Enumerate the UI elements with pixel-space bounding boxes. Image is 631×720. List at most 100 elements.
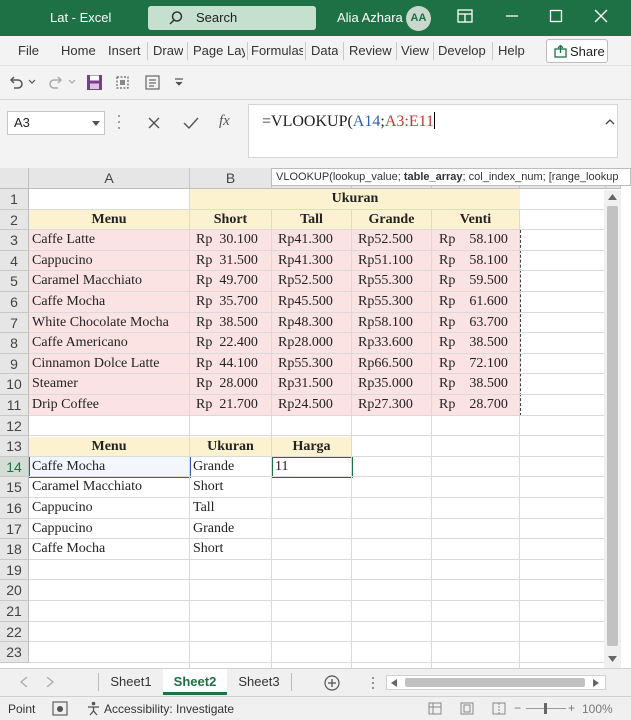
tab-sheet2[interactable]: Sheet2 bbox=[163, 669, 227, 695]
avatar[interactable]: AA bbox=[406, 6, 431, 31]
row-header-3[interactable]: 3 bbox=[0, 230, 29, 251]
price-cell-venti[interactable]: Rp 58.100 bbox=[432, 230, 520, 251]
lookup-size-cell[interactable]: Short bbox=[190, 477, 272, 498]
row-header-22[interactable]: 22 bbox=[0, 621, 29, 643]
price-cell-grande[interactable]: Rp33.600 bbox=[352, 333, 432, 354]
row-header-7[interactable]: 7 bbox=[0, 312, 29, 334]
price-cell-short[interactable]: Rp 31.500 bbox=[190, 250, 272, 272]
row-header-21[interactable]: 21 bbox=[0, 601, 29, 622]
price-cell-menu[interactable]: Steamer bbox=[29, 374, 190, 395]
macro-record-icon[interactable] bbox=[52, 701, 68, 716]
tab-sheet3[interactable]: Sheet3 bbox=[228, 669, 290, 695]
lookup-menu-cell[interactable]: Cappucino bbox=[29, 518, 190, 540]
price-cell-venti[interactable]: Rp 59.500 bbox=[432, 271, 520, 292]
table-header-tall[interactable]: Tall bbox=[272, 209, 352, 231]
price-cell-grande[interactable]: Rp58.100 bbox=[352, 312, 432, 334]
lookup-menu-cell[interactable]: Caramel Macchiato bbox=[29, 477, 190, 498]
scroll-down-icon[interactable] bbox=[608, 656, 617, 662]
tab-file[interactable]: File bbox=[18, 43, 39, 58]
price-cell-venti[interactable]: Rp 72.100 bbox=[432, 353, 520, 375]
scroll-thumb[interactable] bbox=[607, 206, 618, 646]
table-header-short[interactable]: Short bbox=[190, 209, 272, 231]
user-name[interactable]: Alia Azhara bbox=[337, 10, 403, 25]
price-cell-menu[interactable]: Caffe Americano bbox=[29, 333, 190, 354]
share-button[interactable]: Share bbox=[546, 39, 608, 63]
page-layout-view-icon[interactable] bbox=[460, 702, 474, 715]
table-header-menu[interactable]: Menu bbox=[29, 209, 190, 231]
price-cell-grande[interactable]: Rp55.300 bbox=[352, 271, 432, 292]
lookup-menu-cell[interactable]: Caffe Mocha bbox=[29, 539, 190, 560]
row-header-15[interactable]: 15 bbox=[0, 477, 29, 498]
redo-dropdown-icon[interactable] bbox=[68, 78, 76, 86]
price-cell-short[interactable]: Rp 21.700 bbox=[190, 395, 272, 416]
chevron-down-icon[interactable] bbox=[92, 121, 100, 127]
row-header-18[interactable]: 18 bbox=[0, 539, 29, 560]
row-header-19[interactable]: 19 bbox=[0, 559, 29, 581]
vertical-scrollbar[interactable] bbox=[604, 190, 621, 668]
close-icon[interactable] bbox=[592, 9, 610, 27]
row-header-8[interactable]: 8 bbox=[0, 333, 29, 354]
ukuran-group-header[interactable]: Ukuran bbox=[190, 189, 520, 210]
price-cell-short[interactable]: Rp 38.500 bbox=[190, 312, 272, 334]
price-cell-menu[interactable]: Caramel Macchiato bbox=[29, 271, 190, 292]
expand-formula-icon[interactable] bbox=[605, 118, 615, 126]
price-cell-menu[interactable]: Cappucino bbox=[29, 250, 190, 272]
price-cell-short[interactable]: Rp 30.100 bbox=[190, 230, 272, 251]
price-cell-tall[interactable]: Rp48.300 bbox=[272, 312, 352, 334]
name-box[interactable]: A3 bbox=[7, 111, 105, 135]
price-cell-grande[interactable]: Rp52.500 bbox=[352, 230, 432, 251]
accessibility-icon[interactable] bbox=[86, 701, 101, 716]
lookup-price-cell[interactable] bbox=[272, 518, 352, 540]
table-header-grande[interactable]: Grande bbox=[352, 209, 432, 231]
row-header-6[interactable]: 6 bbox=[0, 292, 29, 313]
tab-home[interactable]: Home bbox=[61, 43, 96, 58]
price-cell-tall[interactable]: Rp28.000 bbox=[272, 333, 352, 354]
zoom-slider-thumb[interactable] bbox=[544, 703, 547, 714]
hscroll-right-icon[interactable] bbox=[593, 679, 599, 687]
tab-prev-icon[interactable] bbox=[20, 677, 28, 687]
price-cell-menu[interactable]: Caffe Latte bbox=[29, 230, 190, 251]
undo-icon[interactable] bbox=[8, 75, 24, 91]
price-cell-venti[interactable]: Rp 58.100 bbox=[432, 250, 520, 272]
price-cell-grande[interactable]: Rp55.300 bbox=[352, 292, 432, 313]
price-cell-tall[interactable]: Rp41.300 bbox=[272, 250, 352, 272]
normal-view-icon[interactable] bbox=[428, 702, 442, 715]
row-header-11[interactable]: 11 bbox=[0, 395, 29, 416]
tab-next-icon[interactable] bbox=[46, 677, 54, 687]
accessibility-status[interactable]: Accessibility: Investigate bbox=[104, 702, 234, 716]
select-all-corner[interactable] bbox=[0, 168, 29, 189]
row-header-17[interactable]: 17 bbox=[0, 518, 29, 540]
maximize-icon[interactable] bbox=[547, 9, 565, 27]
row-header-4[interactable]: 4 bbox=[0, 250, 29, 272]
price-cell-tall[interactable]: Rp55.300 bbox=[272, 353, 352, 375]
enter-check-icon[interactable] bbox=[183, 116, 199, 130]
hscroll-thumb[interactable] bbox=[405, 678, 585, 687]
price-cell-venti[interactable]: Rp 61.600 bbox=[432, 292, 520, 313]
price-cell-menu[interactable]: White Chocolate Mocha bbox=[29, 312, 190, 334]
row-header-9[interactable]: 9 bbox=[0, 353, 29, 375]
lookup-header-harga[interactable]: Harga bbox=[272, 436, 352, 458]
row-header-20[interactable]: 20 bbox=[0, 580, 29, 601]
minimize-icon[interactable] bbox=[503, 9, 521, 27]
lookup-size-cell[interactable]: Tall bbox=[190, 498, 272, 519]
tab-formulas[interactable]: Formulas bbox=[251, 43, 303, 58]
row-header-1[interactable]: 1 bbox=[0, 189, 29, 210]
price-cell-menu[interactable]: Drip Coffee bbox=[29, 395, 190, 416]
row-header-12[interactable]: 12 bbox=[0, 415, 29, 437]
cancel-icon[interactable] bbox=[147, 116, 161, 130]
tab-review[interactable]: Review bbox=[349, 43, 392, 58]
tab-draw[interactable]: Draw bbox=[153, 43, 183, 58]
tab-page-layout[interactable]: Page Lay bbox=[193, 43, 245, 58]
add-sheet-icon[interactable] bbox=[324, 675, 340, 691]
price-cell-menu[interactable]: Caffe Mocha bbox=[29, 292, 190, 313]
search-box[interactable]: Search bbox=[148, 6, 316, 30]
price-cell-tall[interactable]: Rp52.500 bbox=[272, 271, 352, 292]
price-cell-tall[interactable]: Rp31.500 bbox=[272, 374, 352, 395]
row-header-5[interactable]: 5 bbox=[0, 271, 29, 292]
lookup-size-cell[interactable]: Grande bbox=[190, 456, 272, 478]
price-cell-venti[interactable]: Rp 63.700 bbox=[432, 312, 520, 334]
price-cell-venti[interactable]: Rp 28.700 bbox=[432, 395, 520, 416]
tab-splitter-icon[interactable] bbox=[370, 675, 376, 691]
horizontal-scrollbar[interactable] bbox=[386, 675, 606, 690]
price-cell-grande[interactable]: Rp51.100 bbox=[352, 250, 432, 272]
